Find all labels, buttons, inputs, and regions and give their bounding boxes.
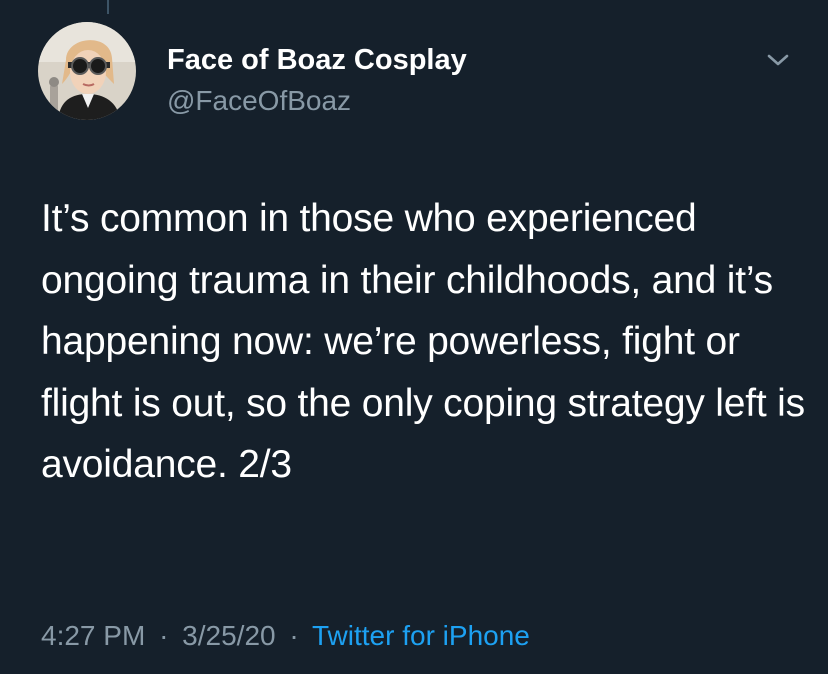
thread-connector-line — [107, 0, 109, 14]
tweet-time[interactable]: 4:27 PM — [41, 620, 145, 651]
avatar-image — [38, 22, 136, 120]
separator-dot: · — [289, 620, 299, 651]
user-handle[interactable]: @FaceOfBoaz — [167, 84, 351, 118]
avatar[interactable] — [38, 22, 136, 120]
chevron-down-icon[interactable] — [764, 50, 792, 70]
separator-dot: · — [159, 620, 169, 651]
tweet-date[interactable]: 3/25/20 — [182, 620, 275, 651]
display-name[interactable]: Face of Boaz Cosplay — [167, 42, 467, 78]
tweet-text: It’s common in those who experienced ong… — [41, 197, 805, 486]
tweet-metadata: 4:27 PM · 3/25/20 · Twitter for iPhone — [41, 616, 530, 656]
tweet-source-link[interactable]: Twitter for iPhone — [312, 620, 530, 651]
